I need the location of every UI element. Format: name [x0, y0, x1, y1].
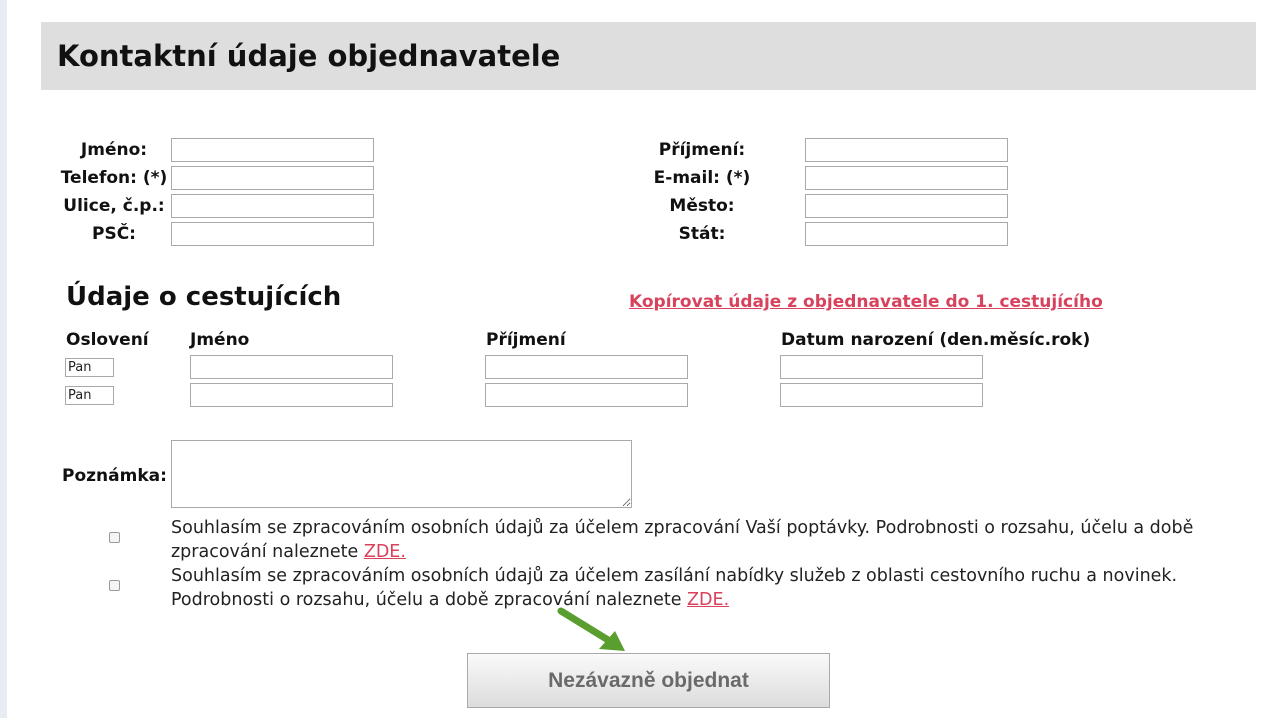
- consent-1-checkbox[interactable]: [109, 532, 120, 543]
- consent-2-body: Souhlasím se zpracováním osobních údajů …: [171, 566, 1178, 610]
- traveler-2-first-name-input[interactable]: [190, 383, 393, 407]
- consent-2-checkbox[interactable]: [109, 580, 120, 591]
- zip-input[interactable]: [171, 222, 374, 246]
- consent-2-details-link[interactable]: ZDE.: [687, 590, 729, 610]
- first-name-input[interactable]: [171, 138, 374, 162]
- consent-1-text: Souhlasím se zpracováním osobních údajů …: [171, 516, 1251, 564]
- traveler-1-first-name-input[interactable]: [190, 355, 393, 379]
- phone-label: Telefon: (*): [60, 168, 168, 188]
- column-first-name: Jméno: [190, 330, 250, 350]
- arrow-pointer-icon: [557, 607, 625, 651]
- traveler-2-birthdate-input[interactable]: [780, 383, 983, 407]
- traveler-1-salutation-select[interactable]: Pan: [65, 358, 114, 377]
- traveler-2-last-name-input[interactable]: [485, 383, 688, 407]
- note-textarea[interactable]: [171, 440, 632, 508]
- consent-2-text: Souhlasím se zpracováním osobních údajů …: [171, 564, 1251, 612]
- travelers-title: Údaje o cestujících: [66, 282, 342, 312]
- note-label: Poznámka:: [62, 466, 167, 486]
- country-input[interactable]: [805, 222, 1008, 246]
- copy-contact-to-traveler-link[interactable]: Kopírovat údaje z objednavatele do 1. ce…: [629, 290, 1103, 314]
- country-label: Stát:: [678, 224, 726, 244]
- consent-1-body: Souhlasím se zpracováním osobních údajů …: [171, 518, 1194, 562]
- phone-input[interactable]: [171, 166, 374, 190]
- consent-1-details-link[interactable]: ZDE.: [364, 542, 406, 562]
- street-input[interactable]: [171, 194, 374, 218]
- column-last-name: Příjmení: [486, 330, 566, 350]
- city-input[interactable]: [805, 194, 1008, 218]
- page-left-border: [0, 0, 7, 718]
- email-input[interactable]: [805, 166, 1008, 190]
- last-name-label: Příjmení:: [658, 140, 746, 160]
- email-label: E-mail: (*): [653, 168, 751, 188]
- submit-order-button[interactable]: Nezávazně objednat: [467, 653, 830, 708]
- traveler-1-last-name-input[interactable]: [485, 355, 688, 379]
- last-name-input[interactable]: [805, 138, 1008, 162]
- traveler-1-birthdate-input[interactable]: [780, 355, 983, 379]
- street-label: Ulice, č.p.:: [63, 196, 165, 216]
- zip-label: PSČ:: [92, 224, 136, 244]
- section-header: Kontaktní údaje objednavatele: [41, 22, 1256, 90]
- traveler-2-salutation-select[interactable]: Pan: [65, 386, 114, 405]
- city-label: Město:: [669, 196, 735, 216]
- page-title: Kontaktní údaje objednavatele: [57, 39, 561, 73]
- column-birthdate: Datum narození (den.měsíc.rok): [781, 330, 1091, 350]
- first-name-label: Jméno:: [80, 140, 148, 160]
- column-salutation: Oslovení: [66, 330, 149, 350]
